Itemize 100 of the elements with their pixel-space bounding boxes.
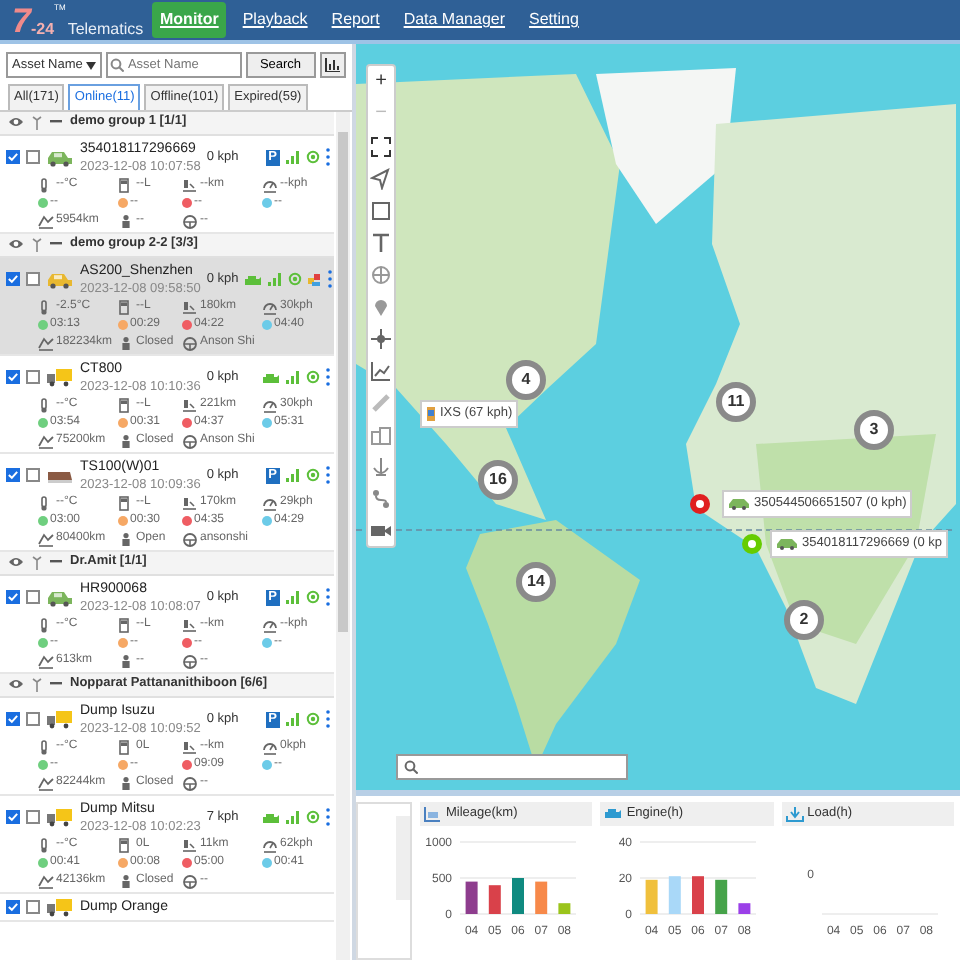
eye-icon[interactable] bbox=[8, 556, 24, 569]
checkbox[interactable] bbox=[6, 272, 20, 287]
device-icon bbox=[426, 405, 436, 422]
checkbox[interactable] bbox=[26, 590, 40, 605]
timer-dot bbox=[182, 516, 192, 527]
nav-link[interactable]: Data Manager bbox=[395, 2, 514, 38]
text-icon[interactable] bbox=[370, 231, 392, 253]
crosshair-icon[interactable] bbox=[370, 327, 392, 349]
kebab-menu-icon[interactable] bbox=[328, 270, 333, 289]
odometer-icon bbox=[38, 873, 54, 890]
line-chart-icon[interactable] bbox=[370, 359, 392, 381]
odometer-icon bbox=[38, 213, 54, 230]
fuel-icon bbox=[118, 299, 134, 316]
bar bbox=[739, 902, 752, 914]
door-icon bbox=[118, 433, 134, 450]
signal-icon bbox=[286, 370, 300, 385]
scrollbar[interactable] bbox=[336, 111, 350, 960]
timer-dot bbox=[262, 198, 272, 209]
timer-dot bbox=[182, 858, 192, 869]
timer-dot bbox=[262, 516, 272, 527]
checkbox[interactable] bbox=[6, 590, 20, 605]
door-icon bbox=[118, 653, 134, 670]
timer-dot bbox=[262, 320, 272, 331]
caret-icon bbox=[85, 61, 96, 69]
timer-dot bbox=[118, 760, 128, 771]
search-icon bbox=[109, 58, 124, 72]
checkbox[interactable] bbox=[6, 900, 20, 915]
timer-dot bbox=[118, 516, 128, 527]
eye-icon[interactable] bbox=[8, 116, 24, 129]
fuel-icon bbox=[118, 617, 134, 634]
timer-dot bbox=[38, 760, 48, 771]
odometer-icon bbox=[38, 433, 54, 450]
scrollbar[interactable] bbox=[396, 816, 410, 900]
distance-icon bbox=[182, 739, 198, 756]
zoom-in-button[interactable]: + bbox=[366, 66, 396, 98]
checkbox[interactable] bbox=[26, 900, 40, 915]
signal-icon bbox=[286, 712, 300, 727]
building-icon[interactable] bbox=[370, 423, 392, 445]
distance-icon bbox=[182, 837, 198, 854]
eye-icon[interactable] bbox=[8, 238, 24, 251]
steering-wheel-icon bbox=[182, 775, 198, 792]
route-icon[interactable] bbox=[370, 487, 392, 509]
checkbox[interactable] bbox=[26, 370, 40, 385]
steering-wheel-icon bbox=[182, 653, 198, 670]
eye-icon[interactable] bbox=[8, 678, 24, 691]
distance-icon bbox=[182, 299, 198, 316]
odometer-icon bbox=[38, 653, 54, 670]
chart-button[interactable] bbox=[319, 52, 346, 78]
map-marker[interactable] bbox=[690, 494, 710, 514]
checkbox[interactable] bbox=[6, 810, 20, 825]
door-icon bbox=[118, 531, 134, 548]
timer-dot bbox=[182, 418, 192, 429]
timer-dot bbox=[38, 516, 48, 527]
timer-dot bbox=[182, 320, 192, 331]
nav-link[interactable]: Playback bbox=[234, 2, 316, 38]
checkbox[interactable] bbox=[6, 150, 20, 165]
collapse-icon[interactable] bbox=[50, 560, 62, 565]
timer-dot bbox=[182, 198, 192, 209]
antenna-icon bbox=[32, 115, 42, 130]
collapse-icon[interactable] bbox=[50, 120, 62, 125]
fuel-icon bbox=[118, 837, 134, 854]
steering-wheel-icon bbox=[182, 873, 198, 890]
checkbox[interactable] bbox=[26, 272, 40, 287]
map-search-field[interactable] bbox=[396, 754, 628, 780]
location-pin-icon[interactable] bbox=[370, 295, 392, 317]
collapse-icon[interactable] bbox=[50, 682, 62, 687]
speedometer-icon bbox=[262, 299, 278, 316]
antenna-icon bbox=[32, 237, 42, 252]
distance-icon bbox=[182, 617, 198, 634]
checkbox[interactable] bbox=[26, 150, 40, 165]
globe-icon[interactable] bbox=[370, 263, 392, 285]
square-icon[interactable] bbox=[370, 199, 392, 221]
odometer-icon bbox=[38, 531, 54, 548]
nav-link[interactable]: Report bbox=[323, 2, 388, 38]
bar bbox=[512, 877, 524, 914]
gps-icon bbox=[306, 590, 320, 605]
timer-dot bbox=[262, 858, 272, 869]
checkbox[interactable] bbox=[6, 370, 20, 385]
timer-dot bbox=[262, 418, 272, 429]
checkbox[interactable] bbox=[26, 810, 40, 825]
load-icon bbox=[785, 805, 804, 822]
checkbox[interactable] bbox=[6, 468, 20, 483]
checkbox[interactable] bbox=[26, 468, 40, 483]
door-icon bbox=[118, 873, 134, 890]
door-icon bbox=[118, 775, 134, 792]
gps-icon bbox=[306, 370, 320, 385]
gps-icon bbox=[306, 468, 320, 483]
collapse-icon[interactable] bbox=[50, 242, 62, 247]
engine-icon bbox=[604, 805, 623, 822]
fullscreen-icon[interactable] bbox=[370, 135, 392, 157]
bar bbox=[465, 881, 478, 914]
checkbox[interactable] bbox=[6, 712, 20, 727]
distance-icon bbox=[182, 397, 198, 414]
navigation-arrow-icon[interactable] bbox=[370, 167, 392, 189]
logo-text: Telematics bbox=[67, 21, 144, 37]
nav-link[interactable]: Setting bbox=[521, 2, 587, 38]
logo-mark: 7 bbox=[12, 3, 31, 37]
steering-wheel-icon bbox=[182, 531, 198, 548]
fuel-icon bbox=[118, 177, 134, 194]
checkbox[interactable] bbox=[26, 712, 40, 727]
